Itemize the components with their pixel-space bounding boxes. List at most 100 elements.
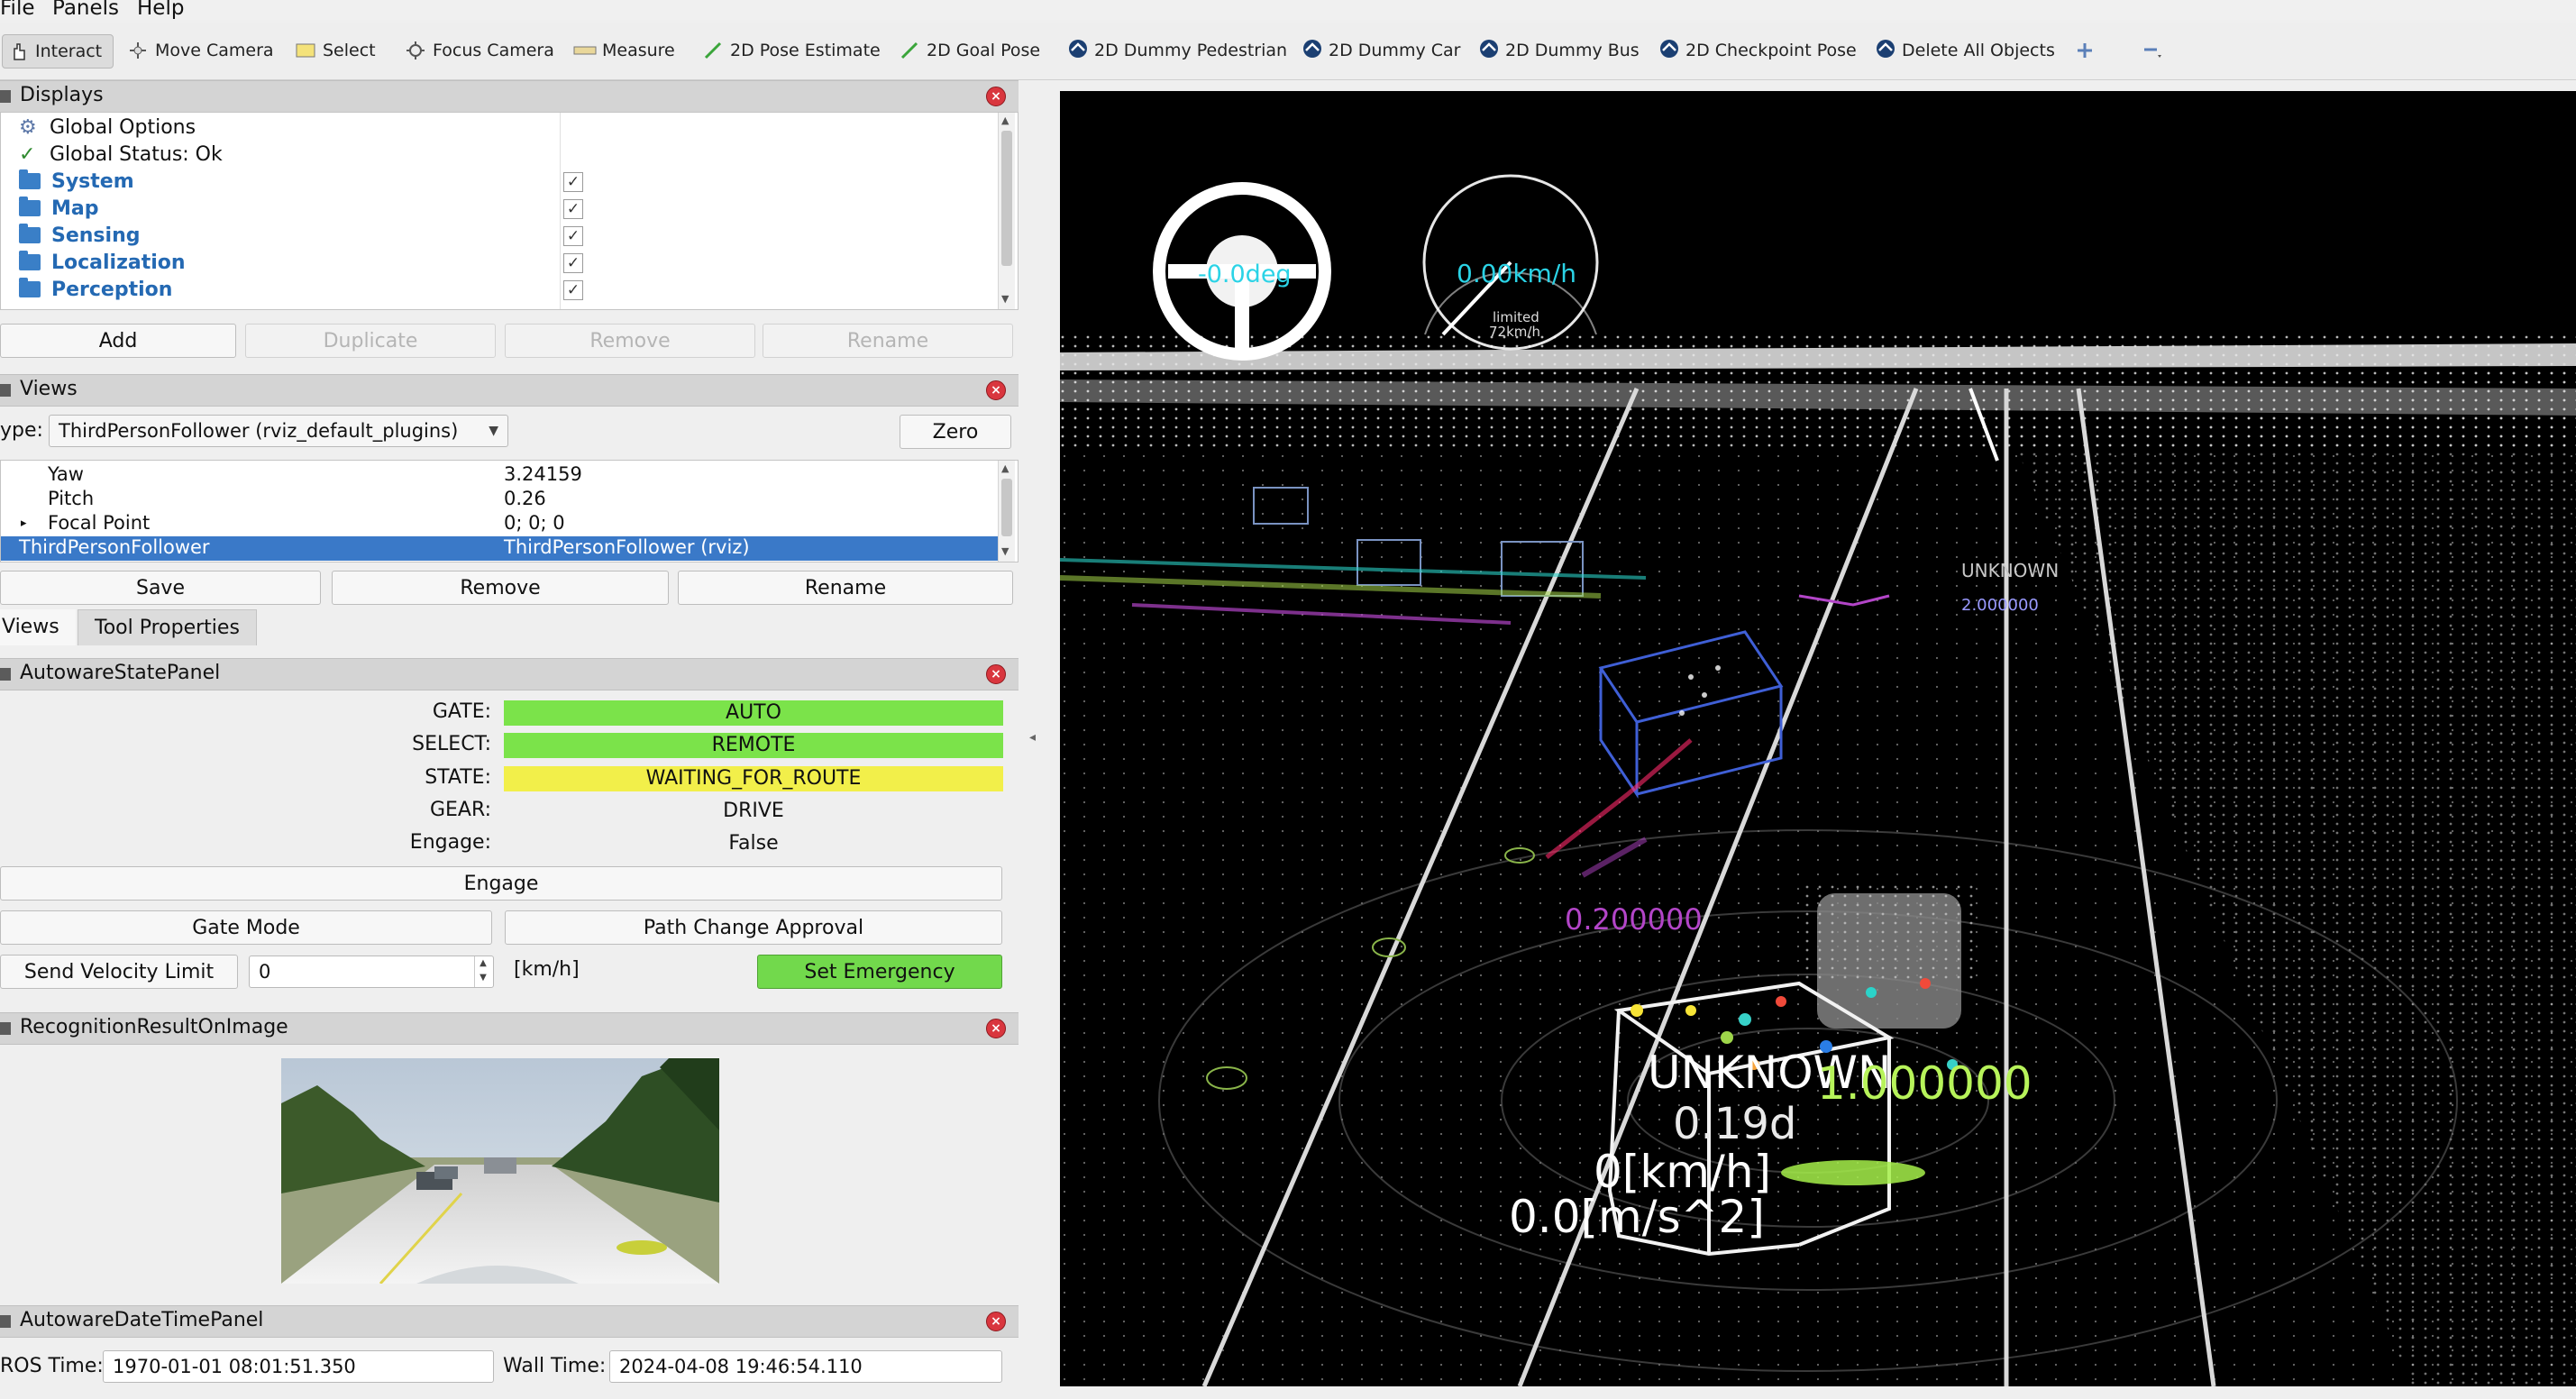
- tree-item-label: Global Options: [50, 115, 196, 139]
- delete-all-objects-tool[interactable]: Delete All Objects: [1873, 34, 2055, 67]
- spinbox-arrows-icon[interactable]: ▲ ▼: [474, 956, 491, 987]
- views-scrollbar[interactable]: ▲ ▼: [998, 461, 1015, 562]
- property-row-focal-point[interactable]: ▸ Focal Point 0; 0; 0: [1, 512, 1000, 536]
- steering-angle-readout: -0.0deg: [1198, 261, 1292, 288]
- tree-item-sensing[interactable]: Sensing: [19, 223, 140, 248]
- goal-pose-label: 2D Goal Pose: [927, 41, 1041, 60]
- tree-item-label: Localization: [51, 251, 186, 274]
- speed-readout: 0.00km/h: [1457, 259, 1577, 288]
- zero-button[interactable]: Zero: [900, 415, 1011, 449]
- ros-time-field[interactable]: 1970-01-01 08:01:51.350: [103, 1350, 494, 1383]
- engage-status: False: [728, 832, 779, 855]
- tree-item-global-options[interactable]: ⚙ Global Options: [19, 114, 196, 140]
- dummy-bus-tool[interactable]: 2D Dummy Bus: [1476, 34, 1640, 67]
- menu-panels[interactable]: Panels: [52, 0, 119, 20]
- far-object-label: UNKNOWN: [1961, 560, 2060, 581]
- expand-arrow-icon[interactable]: ▸: [21, 517, 27, 530]
- scroll-thumb[interactable]: [1001, 479, 1012, 536]
- wall-time-field[interactable]: 2024-04-08 19:46:54.110: [609, 1350, 1002, 1383]
- property-name: Pitch: [48, 488, 95, 509]
- perception-checkbox[interactable]: ✓: [563, 280, 583, 300]
- localization-checkbox[interactable]: ✓: [563, 253, 583, 273]
- move-camera-tool[interactable]: Move Camera: [126, 34, 274, 67]
- menu-help[interactable]: Help: [137, 0, 184, 20]
- measure-tool[interactable]: Measure: [573, 34, 675, 67]
- 3d-viewport[interactable]: -0.0deg 0.00km/h limited 72km/h UNKNOWN …: [1060, 91, 2576, 1386]
- minus-icon: [2140, 39, 2163, 62]
- duplicate-display-button[interactable]: Duplicate: [245, 324, 496, 358]
- panel-icon: [0, 1315, 11, 1328]
- tab-tool-properties[interactable]: Tool Properties: [78, 609, 257, 645]
- select-icon: [294, 39, 317, 62]
- tree-item-map[interactable]: Map: [19, 196, 99, 221]
- system-checkbox[interactable]: ✓: [563, 172, 583, 192]
- dummy-pedestrian-tool[interactable]: 2D Dummy Pedestrian: [1065, 34, 1287, 67]
- send-velocity-limit-button[interactable]: Send Velocity Limit: [0, 955, 238, 989]
- tree-item-label: Perception: [51, 278, 173, 301]
- state-panel-header: AutowareStatePanel ×: [0, 658, 1019, 690]
- autoware-icon: [1300, 39, 1323, 62]
- tree-item-localization[interactable]: Localization: [19, 250, 186, 275]
- splitter-handle-icon[interactable]: ◂: [1029, 730, 1036, 745]
- select-tool[interactable]: Select: [294, 34, 376, 67]
- folder-icon: [19, 251, 41, 270]
- close-icon[interactable]: ×: [986, 664, 1006, 684]
- velocity-limit-input[interactable]: 0 ▲ ▼: [249, 956, 494, 988]
- panel-icon: [0, 384, 11, 397]
- focus-camera-tool[interactable]: Focus Camera: [404, 34, 554, 67]
- view-type-select[interactable]: ThirdPersonFollower (rviz_default_plugin…: [49, 415, 508, 447]
- add-tool-button[interactable]: [2073, 34, 2102, 67]
- pose-estimate-tool[interactable]: 2D Pose Estimate: [701, 34, 881, 67]
- goal-pose-tool[interactable]: 2D Goal Pose: [898, 34, 1040, 67]
- tree-item-label: Map: [51, 197, 99, 220]
- gate-mode-button[interactable]: Gate Mode: [0, 910, 492, 945]
- save-view-button[interactable]: Save: [0, 571, 321, 605]
- check-icon: ✓: [19, 142, 36, 166]
- engage-button[interactable]: Engage: [0, 866, 1002, 901]
- tree-item-global-status[interactable]: ✓ Global Status: Ok: [19, 142, 223, 167]
- tree-item-system[interactable]: System: [19, 169, 134, 194]
- interact-tool[interactable]: Interact: [2, 34, 114, 69]
- remove-tool-button[interactable]: [2140, 34, 2169, 67]
- plus-icon: [2073, 39, 2096, 62]
- scroll-thumb[interactable]: [1001, 131, 1012, 266]
- displays-scrollbar[interactable]: ▲ ▼: [998, 113, 1015, 309]
- path-change-approval-button[interactable]: Path Change Approval: [505, 910, 1002, 945]
- property-value: 0; 0; 0: [504, 512, 565, 534]
- scroll-up-icon[interactable]: ▲: [1001, 114, 1009, 126]
- property-row-pitch[interactable]: Pitch 0.26: [1, 488, 1000, 512]
- panel-icon: [0, 1022, 11, 1035]
- toolbar: Interact Move Camera Select Focus Camera…: [0, 23, 2576, 80]
- tab-views[interactable]: Views: [0, 609, 76, 645]
- tree-item-label: Sensing: [51, 224, 141, 247]
- displays-title: Displays: [20, 84, 104, 106]
- rename-view-button[interactable]: Rename: [678, 571, 1013, 605]
- close-icon[interactable]: ×: [986, 1312, 1006, 1331]
- close-icon[interactable]: ×: [986, 87, 1006, 106]
- rename-display-button[interactable]: Rename: [763, 324, 1013, 358]
- property-row-selected-view[interactable]: ThirdPersonFollower ThirdPersonFollower …: [1, 536, 1000, 561]
- object-score-label: 0.200000: [1565, 902, 1703, 937]
- remove-view-button[interactable]: Remove: [332, 571, 669, 605]
- menu-file[interactable]: File: [0, 0, 35, 20]
- map-checkbox[interactable]: ✓: [563, 199, 583, 219]
- scroll-up-icon[interactable]: ▲: [1001, 462, 1009, 474]
- gate-status: AUTO: [504, 700, 1003, 726]
- dummy-car-label: 2D Dummy Car: [1329, 41, 1461, 60]
- recognition-panel-header: RecognitionResultOnImage ×: [0, 1012, 1019, 1045]
- scroll-down-icon[interactable]: ▼: [1001, 545, 1009, 557]
- object-yaw-label: 0.19d: [1673, 1099, 1797, 1149]
- scroll-down-icon[interactable]: ▼: [1001, 293, 1009, 305]
- add-display-button[interactable]: Add: [0, 324, 236, 358]
- tree-item-perception[interactable]: Perception: [19, 277, 172, 302]
- checkpoint-pose-tool[interactable]: 2D Checkpoint Pose: [1657, 34, 1857, 67]
- close-icon[interactable]: ×: [986, 1019, 1006, 1038]
- close-icon[interactable]: ×: [986, 380, 1006, 400]
- property-value: 3.24159: [504, 463, 582, 485]
- property-row-yaw[interactable]: Yaw 3.24159: [1, 463, 1000, 488]
- dummy-car-tool[interactable]: 2D Dummy Car: [1300, 34, 1460, 67]
- gate-label: GATE:: [432, 700, 491, 723]
- sensing-checkbox[interactable]: ✓: [563, 226, 583, 246]
- remove-display-button[interactable]: Remove: [505, 324, 755, 358]
- set-emergency-button[interactable]: Set Emergency: [757, 955, 1002, 989]
